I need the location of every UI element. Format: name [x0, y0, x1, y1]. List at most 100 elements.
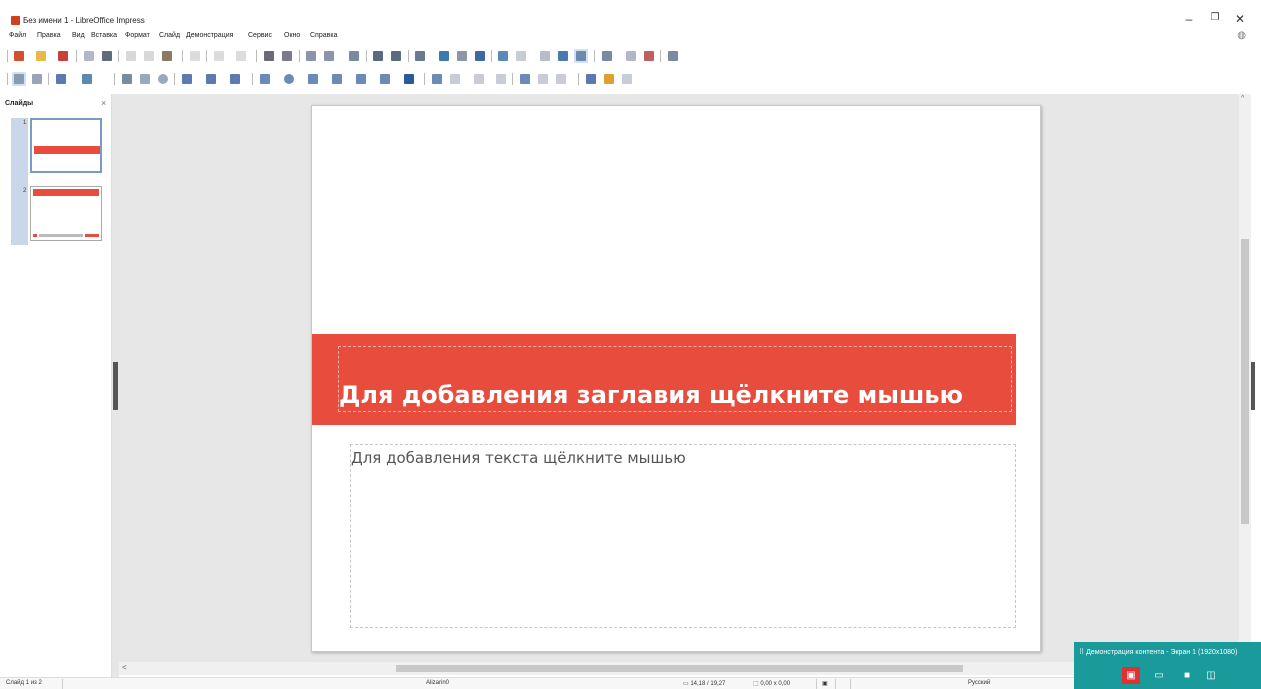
line-tool-button[interactable] — [120, 72, 134, 86]
start-current-slide-button[interactable] — [389, 49, 403, 63]
menu-slide[interactable]: Слайд — [159, 32, 180, 39]
slide-thumbnail-1[interactable] — [30, 118, 102, 173]
slide-workspace[interactable]: Для добавления заглавия щёлкните мышью Д… — [119, 94, 1239, 662]
menu-slideshow[interactable]: Демонстрация — [186, 32, 233, 39]
globe-icon[interactable]: ◍ — [1237, 30, 1246, 41]
ellipse-icon — [158, 74, 168, 84]
filter-button[interactable] — [554, 72, 568, 86]
thumb-footer-mark — [33, 234, 37, 237]
scroll-up-arrow[interactable]: ^ — [1241, 95, 1244, 102]
share-screen-button[interactable]: ▭ — [1150, 667, 1168, 684]
display-views-button[interactable] — [322, 49, 336, 63]
menu-edit[interactable]: Правка — [37, 32, 61, 39]
menu-window[interactable]: Окно — [284, 32, 300, 39]
toggle-extrusion-button[interactable] — [620, 72, 634, 86]
3d-objects-button[interactable] — [402, 72, 416, 86]
title-placeholder[interactable]: Для добавления заглавия щёлкните мышью — [338, 346, 1012, 412]
maximize-button[interactable]: ❐ — [1207, 12, 1223, 23]
zoom-pan-button[interactable] — [30, 72, 44, 86]
horizontal-scrollbar[interactable]: < — [119, 662, 1239, 675]
undo-button[interactable] — [212, 49, 226, 63]
block-arrows-button[interactable] — [306, 72, 320, 86]
insert-chart-button[interactable] — [473, 49, 487, 63]
cut-button[interactable] — [124, 49, 138, 63]
current-slide[interactable]: Для добавления заглавия щёлкните мышью Д… — [311, 105, 1041, 652]
copy-button[interactable] — [142, 49, 156, 63]
open-button[interactable] — [34, 49, 48, 63]
display-grid-button[interactable] — [304, 49, 318, 63]
slide-thumbnail-2[interactable] — [30, 186, 102, 241]
ellipse-tool-button[interactable] — [156, 72, 170, 86]
shadow-button[interactable] — [518, 72, 532, 86]
document-modified-icon[interactable]: ▣ — [822, 680, 828, 687]
crop-button[interactable] — [536, 72, 550, 86]
menu-insert[interactable]: Вставка — [91, 32, 117, 39]
special-character-button[interactable] — [514, 49, 528, 63]
stop-sharing-button[interactable]: ▣ — [1122, 667, 1140, 684]
cube-icon — [404, 74, 414, 84]
align-button[interactable] — [448, 72, 462, 86]
sidebar-grip[interactable] — [1251, 362, 1255, 410]
curve-tool-button[interactable] — [204, 72, 218, 86]
insert-table-button[interactable] — [413, 49, 427, 63]
horizontal-scroll-thumb[interactable] — [396, 665, 963, 672]
callouts-button[interactable] — [354, 72, 368, 86]
redo-button[interactable] — [234, 49, 248, 63]
glue-points-button[interactable] — [602, 72, 616, 86]
stars-button[interactable] — [378, 72, 392, 86]
fill-color-button[interactable] — [80, 72, 94, 86]
fontwork-button[interactable] — [538, 49, 552, 63]
menu-tools[interactable]: Сервис — [248, 32, 272, 39]
clone-formatting-button[interactable] — [188, 49, 202, 63]
connector-tool-button[interactable] — [228, 72, 242, 86]
insert-textbox-button[interactable] — [496, 49, 510, 63]
spelling-button[interactable] — [280, 49, 294, 63]
duplicate-slide-button[interactable] — [624, 49, 638, 63]
print-button[interactable] — [100, 49, 114, 63]
menu-view[interactable]: Вид — [72, 32, 85, 39]
arrange-button[interactable] — [472, 72, 486, 86]
panel-splitter[interactable] — [112, 94, 119, 677]
rectangle-tool-button[interactable] — [138, 72, 152, 86]
export-pdf-button[interactable] — [82, 49, 96, 63]
insert-media-button[interactable] — [455, 49, 469, 63]
splitter-grip[interactable] — [113, 362, 118, 410]
new-slide-button[interactable] — [600, 49, 614, 63]
delete-slide-button[interactable] — [642, 49, 656, 63]
menu-file[interactable]: Файл — [9, 32, 26, 39]
video-camera-icon[interactable]: ■ — [1178, 667, 1196, 684]
rotate-button[interactable] — [430, 72, 444, 86]
points-button[interactable] — [584, 72, 598, 86]
slide-layout-button[interactable] — [666, 49, 680, 63]
menu-help[interactable]: Справка — [310, 32, 337, 39]
new-document-button[interactable] — [12, 49, 26, 63]
hyperlink-button[interactable] — [556, 49, 570, 63]
find-replace-button[interactable] — [262, 49, 276, 63]
participants-icon[interactable]: ◫ — [1202, 667, 1220, 684]
scroll-left-arrow[interactable]: < — [122, 663, 127, 672]
distribute-button[interactable] — [494, 72, 508, 86]
save-button[interactable] — [56, 49, 70, 63]
menu-format[interactable]: Формат — [125, 32, 150, 39]
vertical-scroll-thumb[interactable] — [1241, 239, 1249, 524]
close-button[interactable]: ✕ — [1232, 12, 1248, 26]
paste-button[interactable] — [160, 49, 174, 63]
master-slide-button[interactable] — [347, 49, 361, 63]
show-draw-functions-button[interactable] — [574, 49, 588, 63]
arrow-tool-button[interactable] — [180, 72, 194, 86]
chart-icon — [475, 51, 485, 61]
insert-image-button[interactable] — [437, 49, 451, 63]
minimize-button[interactable]: – — [1181, 12, 1197, 26]
symbol-shapes-button[interactable] — [282, 72, 296, 86]
language-status[interactable]: Русский — [968, 680, 990, 686]
line-color-button[interactable] — [54, 72, 68, 86]
master-slide-status[interactable]: Alizarin0 — [426, 680, 449, 686]
start-first-slide-button[interactable] — [371, 49, 385, 63]
content-placeholder[interactable]: Для добавления текста щёлкните мышью — [350, 444, 1016, 628]
flowchart-button[interactable] — [330, 72, 344, 86]
select-button[interactable] — [12, 72, 26, 86]
vertical-scrollbar[interactable]: ^ — [1239, 94, 1251, 662]
basic-shapes-button[interactable] — [258, 72, 272, 86]
distribute-icon — [496, 74, 506, 84]
slides-panel-close-icon[interactable]: × — [101, 98, 106, 108]
